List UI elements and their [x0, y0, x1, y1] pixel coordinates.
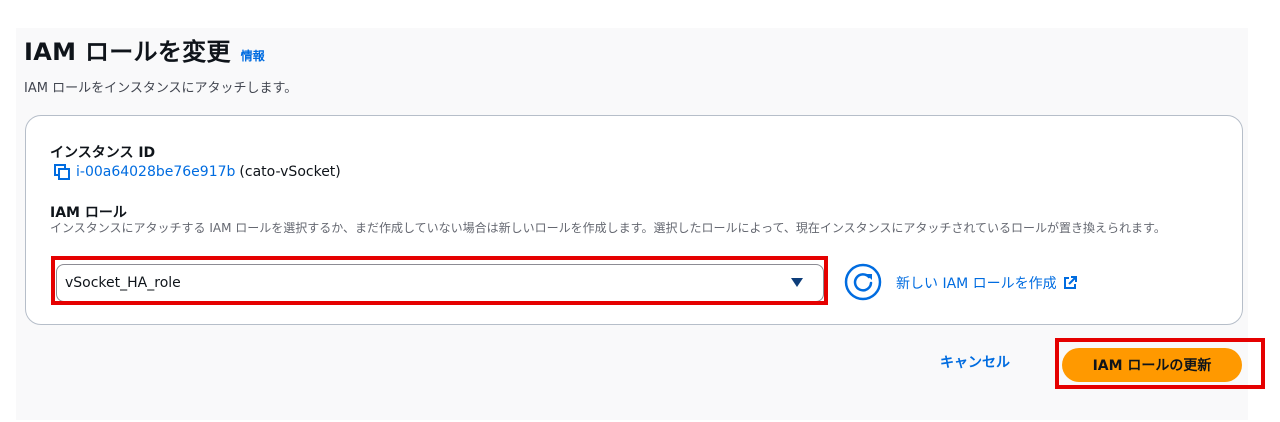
- iam-role-label: IAM ロール: [50, 205, 127, 221]
- instance-id-row: i-00a64028be76e917b (cato-vSocket): [54, 164, 341, 180]
- instance-id-label: インスタンス ID: [50, 145, 156, 161]
- create-role-label: 新しい IAM ロールを作成: [896, 276, 1057, 292]
- title-row: IAM ロールを変更 情報: [24, 32, 265, 67]
- page-title: IAM ロールを変更: [24, 38, 231, 66]
- select-highlight-box: [51, 256, 828, 305]
- page-header: IAM ロールを変更 情報: [24, 32, 265, 67]
- iam-role-description: インスタンスにアタッチする IAM ロールを選択するか、まだ作成していない場合は…: [50, 221, 1166, 235]
- instance-id-link[interactable]: i-00a64028be76e917b: [76, 164, 235, 180]
- copy-icon[interactable]: [54, 164, 70, 180]
- external-link-icon: [1063, 276, 1077, 289]
- refresh-icon[interactable]: [844, 263, 882, 301]
- create-role-link[interactable]: 新しい IAM ロールを作成: [896, 273, 1077, 293]
- instance-name: (cato-vSocket): [239, 164, 341, 180]
- cancel-button[interactable]: キャンセル: [940, 352, 1010, 372]
- page-description: IAM ロールをインスタンスにアタッチします。: [24, 81, 298, 96]
- info-link[interactable]: 情報: [241, 47, 265, 64]
- button-highlight-box: [1055, 338, 1265, 389]
